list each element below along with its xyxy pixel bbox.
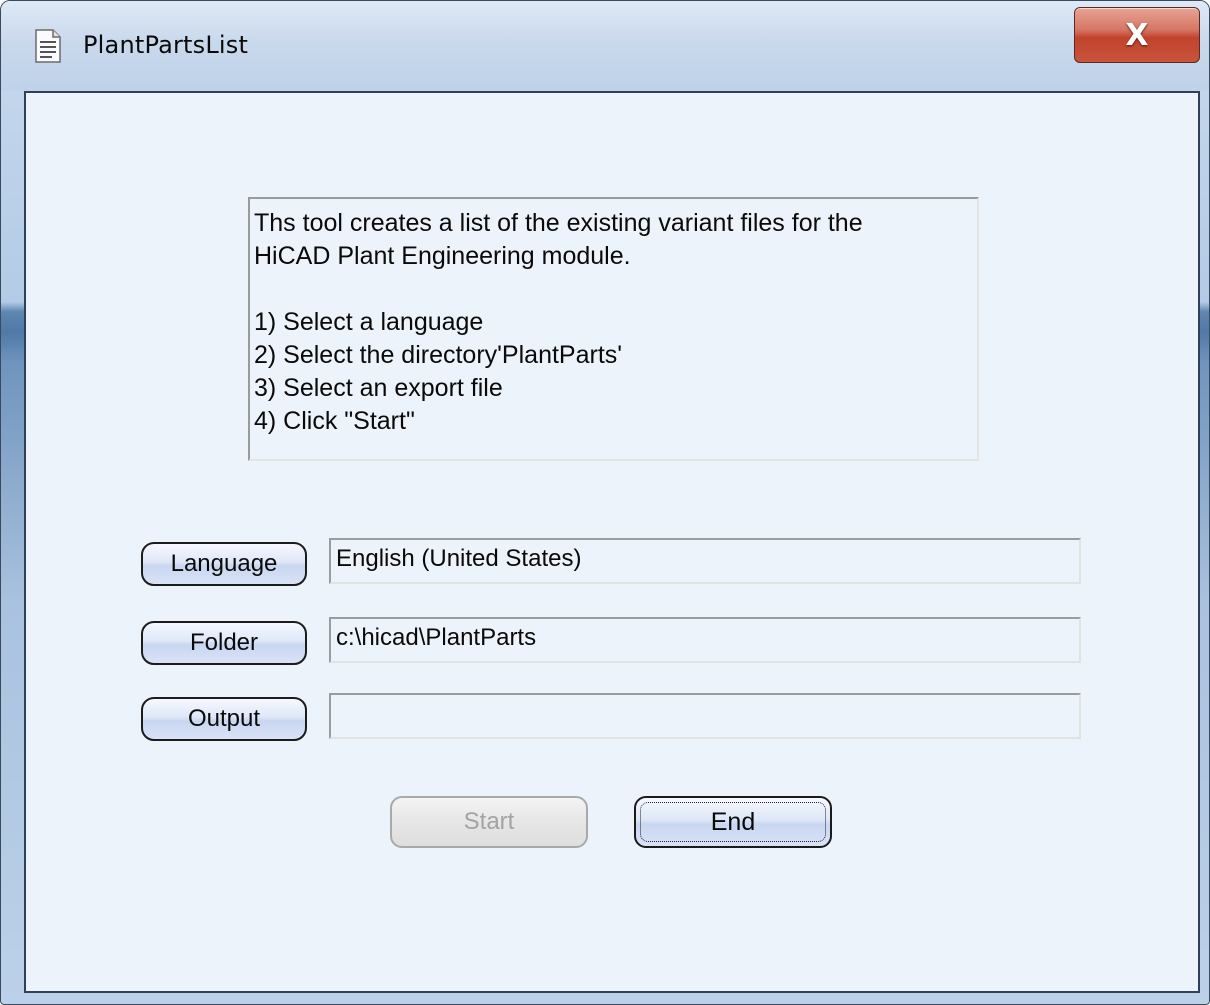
instructions-line: 1) Select a language <box>254 308 484 336</box>
close-icon: X <box>1125 17 1149 53</box>
output-field[interactable] <box>329 693 1081 739</box>
folder-field[interactable]: c:\hicad\PlantParts <box>329 617 1081 663</box>
plant-parts-list-window: PlantPartsList X Ths tool creates a list… <box>0 0 1210 1005</box>
instructions-line: 4) Click "Start" <box>254 407 415 435</box>
folder-button[interactable]: Folder <box>141 621 307 665</box>
instructions-line <box>254 273 973 306</box>
dialog-client-area: Ths tool creates a list of the existing … <box>24 91 1200 993</box>
instructions-line: 2) Select the directory'PlantParts' <box>254 341 623 369</box>
end-button[interactable]: End <box>634 796 832 848</box>
title-bar[interactable]: PlantPartsList X <box>1 1 1209 91</box>
close-button[interactable]: X <box>1074 7 1200 63</box>
instructions-line: 3) Select an export file <box>254 374 503 402</box>
language-field[interactable]: English (United States) <box>329 538 1081 584</box>
language-button[interactable]: Language <box>141 542 307 586</box>
instructions-line: HiCAD Plant Engineering module. <box>254 242 631 270</box>
end-button-label: End <box>710 807 756 836</box>
instructions-line: Ths tool creates a list of the existing … <box>254 209 863 237</box>
document-icon <box>34 29 62 63</box>
window-title: PlantPartsList <box>83 31 249 59</box>
start-button[interactable]: Start <box>390 796 588 848</box>
instructions-textbox[interactable]: Ths tool creates a list of the existing … <box>248 197 979 461</box>
output-button[interactable]: Output <box>141 697 307 741</box>
